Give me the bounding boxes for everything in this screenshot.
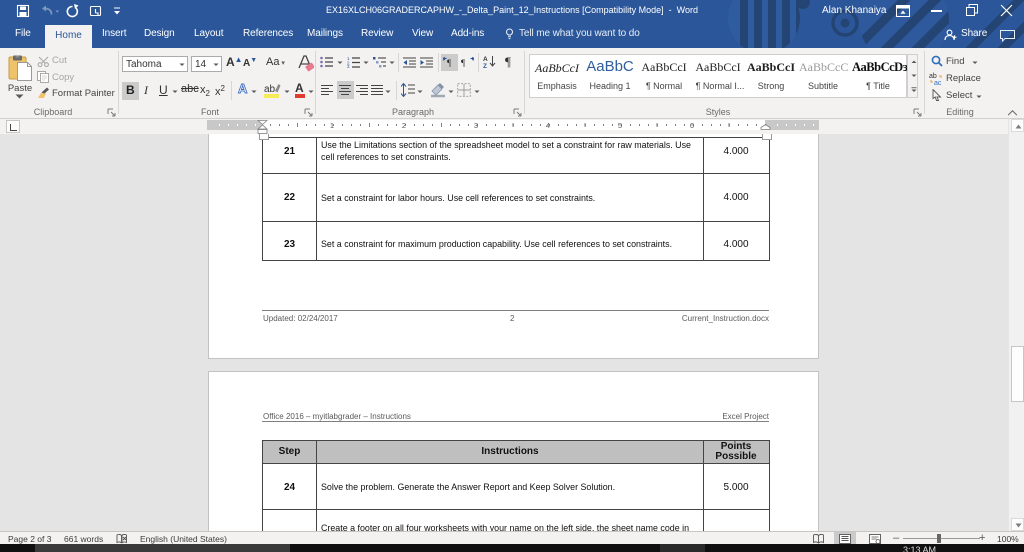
svg-text:A: A xyxy=(483,56,488,63)
svg-text:¶: ¶ xyxy=(447,58,451,68)
svg-text:Z: Z xyxy=(483,63,487,69)
svg-text:ab: ab xyxy=(264,84,276,95)
svg-text:3: 3 xyxy=(347,64,350,68)
svg-text:¶: ¶ xyxy=(461,58,465,68)
svg-text:ab: ab xyxy=(929,73,937,80)
svg-text:ac: ac xyxy=(934,80,942,85)
